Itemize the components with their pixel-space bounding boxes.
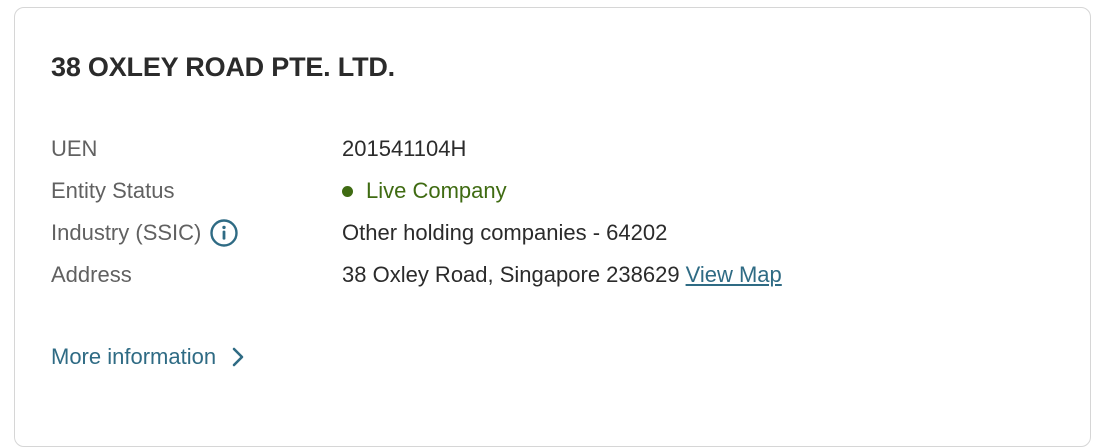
uen-label: UEN [51, 136, 98, 161]
uen-row: UEN 201541104H [51, 128, 782, 170]
more-information-label: More information [51, 344, 217, 369]
address-value: 38 Oxley Road, Singapore 238629 [342, 262, 680, 287]
uen-value: 201541104H [342, 136, 467, 161]
view-map-link[interactable]: View Map [686, 262, 782, 288]
company-name: 38 OXLEY ROAD PTE. LTD. [51, 52, 395, 82]
industry-value: Other holding companies - 64202 [342, 220, 668, 245]
entity-status-row: Entity Status Live Company [51, 170, 782, 212]
status-dot-icon [342, 185, 353, 197]
industry-row: Industry (SSIC) Other holding companies … [51, 212, 782, 254]
more-information-link[interactable]: More information [51, 344, 244, 370]
industry-label: Industry (SSIC) [51, 220, 202, 245]
address-row: Address 38 Oxley Road, Singapore 238629 … [51, 254, 782, 296]
details-list: UEN 201541104H Entity Status Live Compan… [51, 128, 782, 296]
info-circle-icon[interactable] [209, 218, 239, 248]
address-value-group: 38 Oxley Road, Singapore 238629 View Map [342, 262, 782, 288]
status-badge: Live Company [366, 178, 507, 203]
company-card: 38 OXLEY ROAD PTE. LTD. UEN 201541104H E… [14, 7, 1091, 447]
industry-label-group: Industry (SSIC) [51, 218, 342, 248]
entity-status-label: Entity Status [51, 178, 175, 203]
address-label: Address [51, 262, 132, 287]
entity-status-value: Live Company [342, 178, 507, 204]
chevron-right-icon [232, 347, 244, 367]
